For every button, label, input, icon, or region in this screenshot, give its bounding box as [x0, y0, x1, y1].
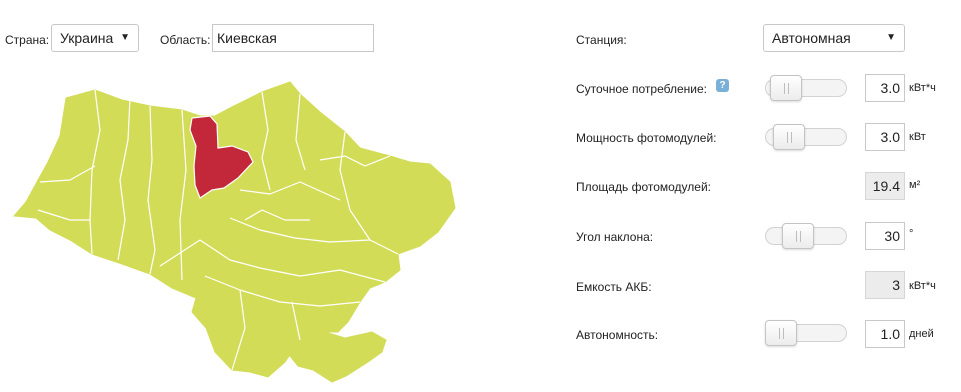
value-field[interactable]: 1.0 [865, 320, 905, 348]
param-label: Емкость АКБ: [576, 280, 652, 294]
param-label: Мощность фотомодулей: [576, 131, 717, 145]
param-label: Суточное потребление: [576, 82, 707, 96]
param-label: Угол наклона: [576, 230, 654, 244]
chevron-down-icon: ▼ [886, 32, 896, 43]
unit-label: кВт*ч [909, 280, 936, 292]
station-label: Станция: [576, 33, 627, 47]
slider-thumb[interactable] [772, 124, 805, 150]
unit-label: ° [909, 228, 914, 240]
country-select[interactable]: Украина ▼ [51, 24, 139, 52]
value-field-readonly: 3 [865, 271, 905, 299]
unit-label: дней [909, 328, 934, 340]
unit-label: кВт [909, 131, 926, 143]
param-label: Площадь фотомодулей: [576, 180, 711, 194]
question-icon[interactable]: ? [716, 79, 729, 92]
unit-label: м² [909, 179, 921, 191]
slider-thumb[interactable] [770, 75, 802, 101]
value-field[interactable]: 3.0 [865, 74, 905, 102]
slider-thumb[interactable] [765, 320, 797, 346]
ukraine-map[interactable] [0, 70, 470, 390]
value-field[interactable]: 30 [865, 222, 905, 250]
value-field[interactable]: 3.0 [865, 123, 905, 151]
country-label: Страна: [5, 33, 50, 47]
value-field-readonly: 19.4 [865, 172, 905, 200]
chevron-down-icon: ▼ [120, 32, 130, 43]
country-value: Украина [60, 30, 114, 46]
region-label: Область: [160, 33, 211, 47]
slider-thumb[interactable] [781, 223, 814, 249]
param-label: Автономность: [576, 328, 659, 342]
region-field[interactable]: Киевская [212, 24, 374, 52]
station-value: Автономная [772, 30, 851, 46]
unit-label: кВт*ч [909, 82, 936, 94]
ukraine-regions[interactable] [12, 81, 456, 383]
station-select[interactable]: Автономная ▼ [763, 24, 905, 52]
